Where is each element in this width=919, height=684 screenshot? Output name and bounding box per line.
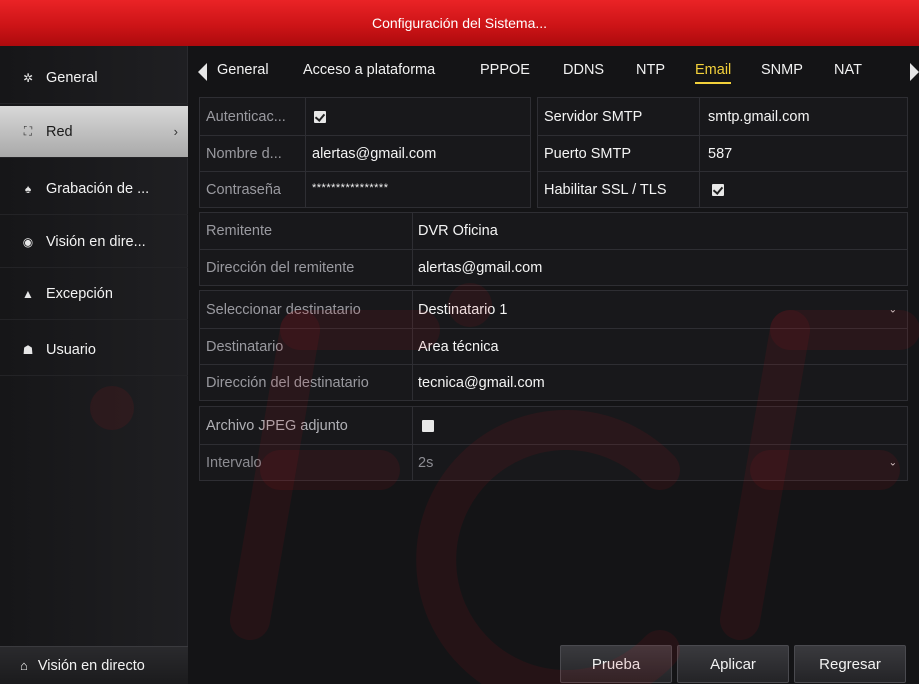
sidebar-item-label: Red (46, 123, 73, 140)
sidebar-item-label: Visión en dire... (46, 233, 146, 250)
sidebar-item-label: Grabación de ... (46, 180, 150, 197)
tab-scroll-right-icon[interactable] (910, 63, 919, 81)
smtp-server-field[interactable]: smtp.gmail.com (700, 98, 907, 135)
tab-ntp[interactable]: NTP (636, 62, 665, 78)
sender-label: Remitente (206, 223, 273, 239)
interval-value: 2s (418, 454, 434, 471)
smtp-group: Servidor SMTP smtp.gmail.com Puerto SMTP… (537, 97, 908, 208)
chevron-right-icon: › (173, 124, 178, 139)
users-icon: ☗ (22, 342, 34, 357)
jpeg-label: Archivo JPEG adjunto (206, 417, 348, 434)
interval-dropdown[interactable]: 2s ⌄ (413, 445, 907, 480)
recipient-field[interactable]: Area técnica (413, 329, 907, 364)
sidebar-item-label: Excepción (46, 285, 113, 302)
sidebar-item-red[interactable]: ⛶ Red › (0, 106, 188, 158)
password-field[interactable]: **************** (306, 170, 530, 205)
tab-scroll-left-icon[interactable] (198, 63, 207, 81)
recipient-group: Seleccionar destinatario Destinatario 1 … (199, 290, 908, 401)
sidebar-item-usuario[interactable]: ☗ Usuario (0, 324, 188, 376)
tab-pppoe[interactable]: PPPOE (480, 62, 530, 78)
auth-label: Autenticac... (206, 108, 286, 125)
auth-checkbox[interactable] (314, 110, 326, 123)
jpeg-checkbox-cell (413, 407, 907, 444)
recipient-address-label: Dirección del destinatario (206, 374, 369, 391)
sidebar-item-label: General (46, 69, 98, 86)
ssl-checkbox-cell (700, 172, 907, 207)
tab-email[interactable]: Email (695, 62, 732, 84)
eye-icon: ◉ (22, 234, 34, 249)
test-button[interactable]: Prueba (560, 645, 672, 683)
username-label: Nombre d... (206, 145, 282, 162)
account-group: Autenticac... Nombre d... alertas@gmail.… (199, 97, 531, 208)
tab-snmp[interactable]: SNMP (761, 62, 803, 78)
sender-group: Remitente DVR Oficina Dirección del remi… (199, 212, 908, 286)
sidebar: ✲ General ⛶ Red › ♠ Grabación de ... ◉ V… (0, 46, 188, 684)
smtp-port-label: Puerto SMTP (544, 145, 632, 162)
tab-acceso-plataforma[interactable]: Acceso a plataforma (303, 62, 435, 78)
record-icon: ♠ (24, 181, 32, 196)
smtp-port-field[interactable]: 587 (700, 136, 907, 171)
sidebar-item-vision[interactable]: ◉ Visión en dire... (0, 216, 188, 268)
ssl-label: Habilitar SSL / TLS (544, 181, 667, 198)
auth-checkbox-cell (306, 98, 530, 135)
live-view-button[interactable]: ⌂ Visión en directo (0, 646, 188, 684)
sidebar-item-grabacion[interactable]: ♠ Grabación de ... (0, 163, 188, 215)
chevron-down-icon: ⌄ (888, 457, 897, 468)
network-icon: ⛶ (23, 124, 33, 138)
tab-general[interactable]: General (217, 62, 269, 78)
sender-address-field[interactable]: alertas@gmail.com (413, 250, 907, 285)
gear-icon: ✲ (22, 70, 34, 85)
live-view-label: Visión en directo (37, 657, 145, 674)
tab-bar: General Acceso a plataforma PPPOE DDNS N… (188, 46, 919, 94)
sidebar-item-general[interactable]: ✲ General (0, 52, 188, 104)
ssl-checkbox[interactable] (712, 183, 724, 196)
attachment-group: Archivo JPEG adjunto Intervalo 2s ⌄ (199, 406, 908, 481)
sidebar-item-excepcion[interactable]: ▲ Excepción (0, 268, 188, 320)
sender-address-label: Dirección del remitente (206, 259, 355, 276)
sidebar-item-label: Usuario (46, 341, 96, 358)
recipient-label: Destinatario (206, 338, 284, 355)
username-field[interactable]: alertas@gmail.com (306, 136, 530, 171)
warning-icon: ▲ (22, 286, 34, 301)
smtp-server-label: Servidor SMTP (544, 108, 643, 125)
system-config-window: Configuración del Sistema... ✲ General ⛶… (0, 0, 919, 684)
tab-nat[interactable]: NAT (834, 62, 862, 78)
sender-field[interactable]: DVR Oficina (413, 213, 907, 249)
chevron-down-icon: ⌄ (888, 304, 897, 315)
back-button[interactable]: Regresar (794, 645, 906, 683)
select-recipient-dropdown[interactable]: Destinatario 1 ⌄ (413, 291, 907, 328)
window-title: Configuración del Sistema... (0, 0, 919, 46)
select-recipient-label: Seleccionar destinatario (206, 301, 361, 318)
jpeg-checkbox[interactable] (422, 419, 434, 432)
select-recipient-value: Destinatario 1 (418, 301, 508, 318)
apply-button[interactable]: Aplicar (677, 645, 789, 683)
password-label: Contraseña (206, 181, 281, 198)
interval-label: Intervalo (206, 454, 262, 471)
home-icon: ⌂ (20, 658, 28, 673)
tab-ddns[interactable]: DDNS (563, 62, 604, 78)
recipient-address-field[interactable]: tecnica@gmail.com (413, 365, 907, 400)
